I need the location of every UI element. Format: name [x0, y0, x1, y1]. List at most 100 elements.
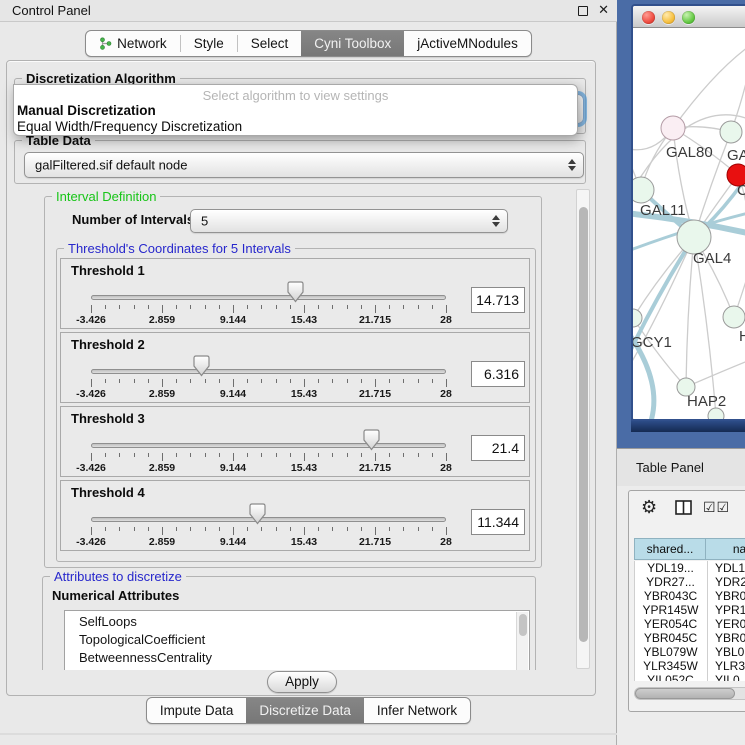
table-row[interactable]: YIL052CYIL0	[635, 673, 745, 681]
network-node[interactable]	[661, 116, 685, 140]
attribute-list-item[interactable]: TopologicalCoefficient	[79, 632, 205, 650]
tick-label: 28	[418, 462, 474, 474]
tick-mark	[403, 305, 404, 309]
checkbox-icons[interactable]: ☑☑	[703, 500, 730, 516]
tab-style[interactable]: Style	[181, 31, 237, 56]
attribute-list-item[interactable]: SelfLoops	[79, 614, 137, 632]
network-node[interactable]	[633, 309, 642, 327]
tab-label: Select	[251, 36, 289, 51]
apply-button[interactable]: Apply	[267, 671, 337, 693]
network-node[interactable]	[633, 177, 654, 203]
tick-mark	[347, 527, 348, 531]
close-icon[interactable]: ✕	[598, 2, 609, 18]
tab-cyni-toolbox[interactable]: Cyni Toolbox	[301, 31, 404, 56]
tick-mark	[91, 379, 92, 387]
table-cell: YLR345W	[635, 659, 706, 673]
float-window-icon[interactable]	[578, 6, 588, 16]
network-node-label: C	[737, 182, 745, 199]
slider-handle[interactable]	[287, 281, 304, 308]
network-icon	[99, 37, 112, 50]
table-row[interactable]: YBR043CYBR0	[635, 589, 745, 603]
panel-bottom-divider	[0, 733, 617, 735]
tab-jactivemnodules[interactable]: jActiveMNodules	[404, 31, 531, 56]
network-node-label: H	[739, 328, 745, 345]
tick-mark	[403, 527, 404, 531]
network-canvas[interactable]: GAL80GALCGAL11GAL4GCY1HHAP2	[633, 28, 745, 421]
numerical-attributes-list[interactable]: SelfLoopsTopologicalCoefficientBetweenne…	[64, 610, 530, 670]
tick-mark	[261, 379, 262, 383]
table-row[interactable]: YDR27...YDR2	[635, 575, 745, 589]
tick-mark	[304, 453, 305, 461]
column-header-shared-name[interactable]: shared...	[634, 538, 706, 560]
gear-icon[interactable]: ⚙	[641, 497, 657, 518]
tick-mark	[418, 305, 419, 309]
tab-network[interactable]: Network	[86, 31, 180, 56]
table-panel-title: Table Panel	[636, 460, 704, 475]
tick-mark	[119, 527, 120, 531]
table-row[interactable]: YDL19...YDL1	[635, 561, 745, 575]
num-intervals-combobox[interactable]: 5	[190, 209, 508, 233]
column-header-name[interactable]: na	[706, 538, 745, 560]
settings-scroll-viewport: Interval Definition Number of Intervals …	[14, 188, 576, 670]
network-node[interactable]	[720, 121, 742, 143]
slider-track[interactable]	[91, 369, 446, 374]
tick-mark	[389, 453, 390, 457]
network-node[interactable]	[677, 220, 711, 254]
threshold-value-input[interactable]	[471, 435, 525, 461]
tick-mark	[276, 305, 277, 309]
scrollbar-thumb[interactable]	[635, 688, 735, 699]
attributes-group-title: Attributes to discretize	[50, 569, 186, 584]
slider-handle[interactable]	[193, 355, 210, 382]
tick-mark	[134, 453, 135, 457]
scrollbar-thumb[interactable]	[579, 207, 588, 642]
tab-discretize-data[interactable]: Discretize Data	[246, 698, 364, 723]
table-row[interactable]: YLR345WYLR3	[635, 659, 745, 673]
control-panel-titlebar: Control Panel ✕	[0, 0, 617, 22]
table-row[interactable]: YBR045CYBR0	[635, 631, 745, 645]
network-window-titlebar[interactable]	[633, 6, 745, 28]
table-cell: YER054C	[635, 617, 706, 631]
threshold-panel: Threshold 4-3.4262.8599.14415.4321.71528	[60, 480, 530, 551]
tick-label: 21.715	[347, 462, 403, 474]
tab-select[interactable]: Select	[238, 31, 302, 56]
table-cell: YLR3	[707, 659, 745, 673]
tick-mark	[276, 453, 277, 457]
tick-mark	[347, 305, 348, 309]
columns-icon[interactable]	[675, 500, 693, 516]
threshold-value-input[interactable]	[471, 361, 525, 387]
table-horizontal-scrollbar[interactable]	[634, 687, 745, 700]
popup-option-manual[interactable]: Manual Discretization	[17, 103, 156, 118]
slider-track[interactable]	[91, 443, 446, 448]
table-data-combobox[interactable]: galFiltered.sif default node	[24, 152, 584, 178]
popup-hint: Select algorithm to view settings	[14, 88, 577, 103]
list-scrollbar[interactable]	[516, 612, 528, 670]
tab-label: Discretize Data	[259, 703, 351, 718]
slider-handle[interactable]	[363, 429, 380, 456]
tab-impute-data[interactable]: Impute Data	[147, 698, 247, 723]
threshold-value-input[interactable]	[471, 509, 525, 535]
tick-label: 28	[418, 536, 474, 548]
network-node[interactable]	[723, 306, 745, 328]
interval-definition-title: Interval Definition	[52, 189, 160, 204]
tab-infer-network[interactable]: Infer Network	[364, 698, 470, 723]
network-view-window[interactable]: GAL80GALCGAL11GAL4GCY1HHAP2	[631, 4, 745, 421]
table-header-row: shared... na	[634, 538, 745, 560]
table-row[interactable]: YPR145WYPR1	[635, 603, 745, 617]
slider-handle[interactable]	[249, 503, 266, 530]
tick-label: -3.426	[63, 314, 119, 326]
close-traffic-light-icon[interactable]	[642, 11, 655, 24]
network-node-label: HAP2	[687, 393, 726, 410]
attribute-list-item[interactable]: BetweennessCentrality	[79, 650, 212, 668]
tick-mark	[361, 527, 362, 531]
settings-vertical-scrollbar[interactable]	[576, 189, 590, 669]
tick-mark	[162, 527, 163, 535]
table-row[interactable]: YER054CYER0	[635, 617, 745, 631]
slider-track[interactable]	[91, 295, 446, 300]
threshold-value-input[interactable]	[471, 287, 525, 313]
slider-track[interactable]	[91, 517, 446, 522]
table-row[interactable]: YBL079WYBL0	[635, 645, 745, 659]
tick-mark	[105, 305, 106, 309]
zoom-traffic-light-icon[interactable]	[682, 11, 695, 24]
minimize-traffic-light-icon[interactable]	[662, 11, 675, 24]
popup-option-equal-width[interactable]: Equal Width/Frequency Discretization	[17, 119, 242, 134]
